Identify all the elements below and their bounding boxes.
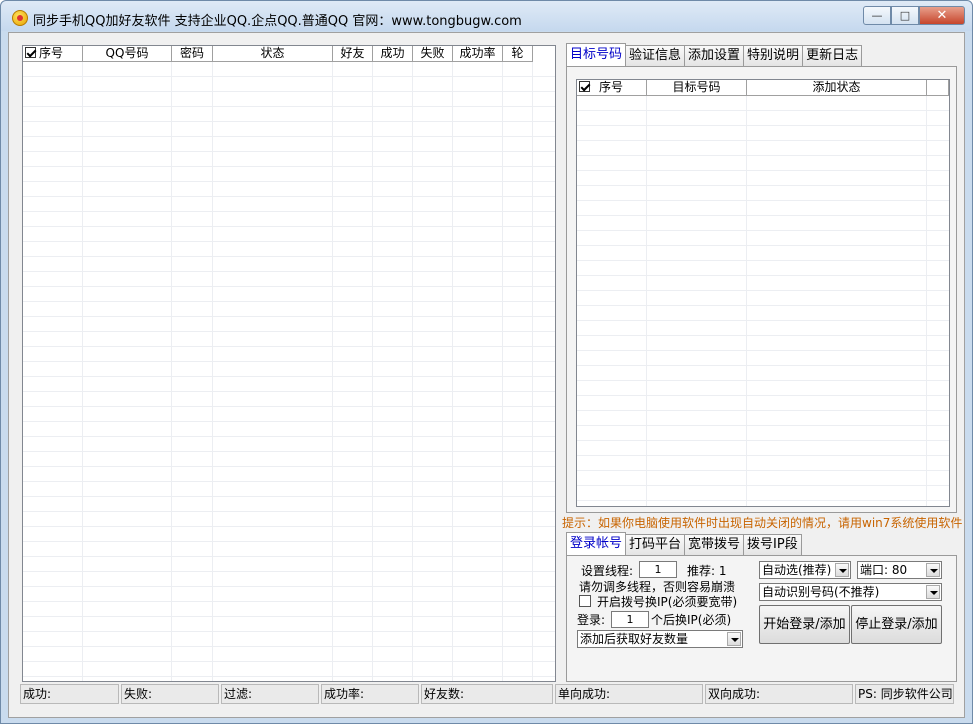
- select-all-checkbox[interactable]: [25, 47, 36, 58]
- chevron-down-icon[interactable]: [835, 563, 849, 577]
- account-grid[interactable]: 序号 QQ号码 密码 状态 好友 成功 失败 成功率 轮: [22, 45, 556, 682]
- dial-ip-label: 开启拨号换IP(必须要宽带): [597, 595, 738, 609]
- start-login-button[interactable]: 开始登录/添加: [759, 605, 850, 644]
- target-grid-body: [577, 96, 949, 506]
- status-fail: 失败:: [121, 684, 219, 704]
- status-rate: 成功率:: [321, 684, 419, 704]
- grid-column-line: [212, 62, 213, 681]
- tab-add-settings[interactable]: 添加设置: [684, 45, 745, 66]
- status-friends: 好友数:: [421, 684, 553, 704]
- tab-login-account[interactable]: 登录帐号: [566, 532, 627, 555]
- status-two-way: 双向成功:: [705, 684, 853, 704]
- status-filter: 过滤:: [221, 684, 319, 704]
- grid-column-line: [646, 96, 647, 506]
- after-add-select[interactable]: 添加后获取好友数量: [577, 630, 743, 648]
- tab-captcha-platform[interactable]: 打码平台: [625, 534, 686, 555]
- grid-column-line: [532, 62, 533, 681]
- minimize-button[interactable]: —: [863, 6, 891, 25]
- bottom-tab-strip: 登录帐号 打码平台 宽带拨号 拨号IP段: [566, 532, 802, 555]
- status-one-way: 单向成功:: [555, 684, 703, 704]
- tab-special-notes[interactable]: 特别说明: [743, 45, 804, 66]
- tab-changelog[interactable]: 更新日志: [802, 45, 863, 66]
- chevron-down-icon[interactable]: [926, 563, 940, 577]
- login-count-input[interactable]: 1: [611, 611, 649, 628]
- col-header-friends[interactable]: 好友: [333, 46, 373, 62]
- grid-column-line: [452, 62, 453, 681]
- tab-target-numbers[interactable]: 目标号码: [566, 43, 627, 66]
- app-window: 同步手机QQ加好友软件 支持企业QQ.企点QQ.普通QQ 官网：www.tong…: [0, 0, 973, 724]
- grid-column-line: [412, 62, 413, 681]
- account-grid-header: 序号 QQ号码 密码 状态 好友 成功 失败 成功率 轮: [23, 46, 533, 62]
- target-col-number[interactable]: 目标号码: [647, 80, 747, 96]
- grid-column-line: [502, 62, 503, 681]
- col-header-round[interactable]: 轮: [503, 46, 533, 62]
- window-title: 同步手机QQ加好友软件 支持企业QQ.企点QQ.普通QQ 官网：www.tong…: [33, 14, 522, 29]
- target-col-filler: [927, 80, 949, 96]
- col-header-password[interactable]: 密码: [172, 46, 213, 62]
- threads-input[interactable]: 1: [639, 561, 677, 578]
- stop-login-button[interactable]: 停止登录/添加: [851, 605, 942, 644]
- col-header-index[interactable]: 序号: [23, 46, 83, 62]
- col-header-qq[interactable]: QQ号码: [83, 46, 172, 62]
- auto-recognize-select[interactable]: 自动识别号码(不推荐): [759, 583, 942, 601]
- auto-select-select[interactable]: 自动选(推荐): [759, 561, 851, 579]
- client-area: 序号 QQ号码 密码 状态 好友 成功 失败 成功率 轮 目标号码 验证信息 添…: [8, 32, 965, 718]
- tab-dial-ip-range[interactable]: 拨号IP段: [743, 534, 802, 555]
- grid-column-line: [82, 62, 83, 681]
- login-count-label: 登录:: [577, 613, 606, 627]
- close-button[interactable]: ✕: [919, 6, 965, 25]
- col-header-rate[interactable]: 成功率: [453, 46, 503, 62]
- chevron-down-icon[interactable]: [926, 585, 940, 599]
- target-tab-panel: 序号 目标号码 添加状态: [566, 66, 957, 513]
- target-col-index[interactable]: 序号: [577, 80, 647, 96]
- recommend-label: 推荐: 1: [687, 564, 727, 578]
- status-ps: PS: 同步软件公司: [855, 684, 954, 704]
- col-header-status[interactable]: 状态: [213, 46, 333, 62]
- grid-column-line: [372, 62, 373, 681]
- hint-text: 提示：如果你电脑使用软件时出现自动关闭的情况，请用win7系统使用软件: [562, 516, 963, 530]
- col-header-success[interactable]: 成功: [373, 46, 413, 62]
- tab-verify-info[interactable]: 验证信息: [625, 45, 686, 66]
- status-bar: 成功: 失败: 过滤: 成功率: 好友数: 单向成功: 双向成功: PS: 同步…: [9, 684, 964, 706]
- tab-broadband-dial[interactable]: 宽带拨号: [684, 534, 745, 555]
- port-select[interactable]: 端口: 80: [857, 561, 942, 579]
- window-controls: — □ ✕: [863, 6, 965, 25]
- target-grid-header: 序号 目标号码 添加状态: [577, 80, 949, 96]
- threads-label: 设置线程:: [581, 564, 634, 578]
- login-tab-panel: 设置线程: 1 推荐: 1 请勿调多线程，否则容易崩溃 开启拨号换IP(必须要宽…: [566, 555, 957, 682]
- grid-column-line: [332, 62, 333, 681]
- target-grid[interactable]: 序号 目标号码 添加状态: [576, 79, 950, 507]
- top-tab-strip: 目标号码 验证信息 添加设置 特别说明 更新日志: [566, 43, 863, 66]
- maximize-button[interactable]: □: [891, 6, 919, 25]
- target-col-status[interactable]: 添加状态: [747, 80, 927, 96]
- dial-ip-checkbox[interactable]: [579, 595, 591, 607]
- col-header-fail[interactable]: 失败: [413, 46, 453, 62]
- title-bar[interactable]: 同步手机QQ加好友软件 支持企业QQ.企点QQ.普通QQ 官网：www.tong…: [1, 1, 972, 31]
- grid-column-line: [746, 96, 747, 506]
- grid-column-line: [171, 62, 172, 681]
- app-logo-icon: [12, 10, 28, 26]
- chevron-down-icon[interactable]: [727, 632, 741, 646]
- login-count-suffix: 个后换IP(必须): [651, 613, 732, 627]
- target-select-all-checkbox[interactable]: [579, 81, 590, 92]
- status-success: 成功:: [20, 684, 119, 704]
- account-grid-body: [23, 62, 555, 681]
- grid-column-line: [926, 96, 927, 506]
